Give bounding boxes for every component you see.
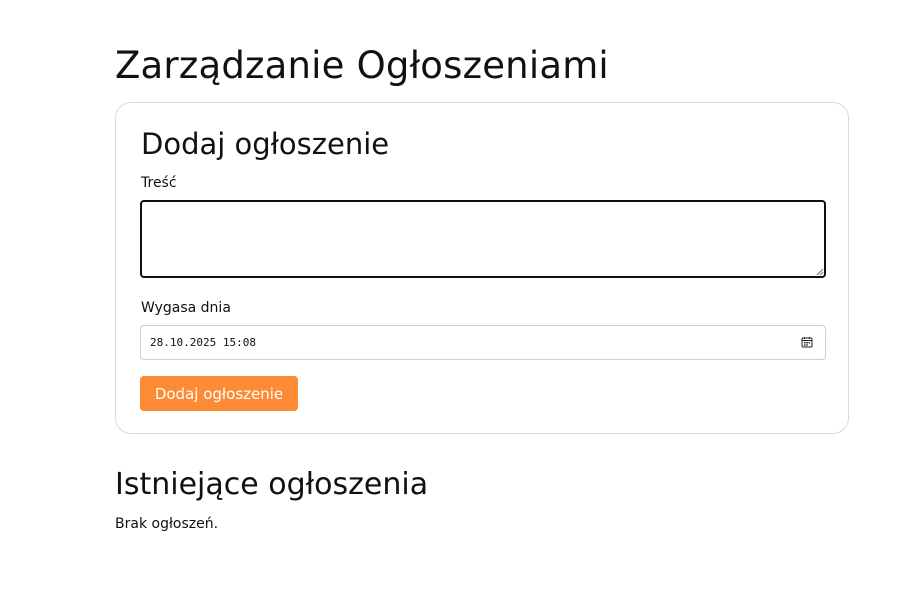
calendar-icon[interactable] (801, 336, 813, 348)
add-announcement-button[interactable]: Dodaj ogłoszenie (140, 376, 298, 411)
content-label: Treść (141, 175, 177, 191)
resize-handle-icon[interactable] (816, 268, 824, 276)
existing-announcements-title: Istniejące ogłoszenia (115, 467, 429, 502)
empty-announcements-text: Brak ogłoszeń. (115, 516, 219, 532)
announcements-page: Zarządzanie Ogłoszeniami Dodaj ogłoszeni… (0, 0, 917, 595)
add-announcement-title: Dodaj ogłoszenie (141, 127, 390, 161)
expires-datetime-value[interactable]: 28.10.2025 15:08 (150, 335, 256, 350)
page-title: Zarządzanie Ogłoszeniami (115, 44, 609, 87)
content-textarea[interactable] (140, 200, 826, 278)
expires-datetime-input[interactable]: 28.10.2025 15:08 (140, 325, 826, 360)
add-announcement-card: Dodaj ogłoszenie Treść Wygasa dnia 28.10… (115, 102, 849, 434)
expires-label: Wygasa dnia (141, 300, 231, 316)
